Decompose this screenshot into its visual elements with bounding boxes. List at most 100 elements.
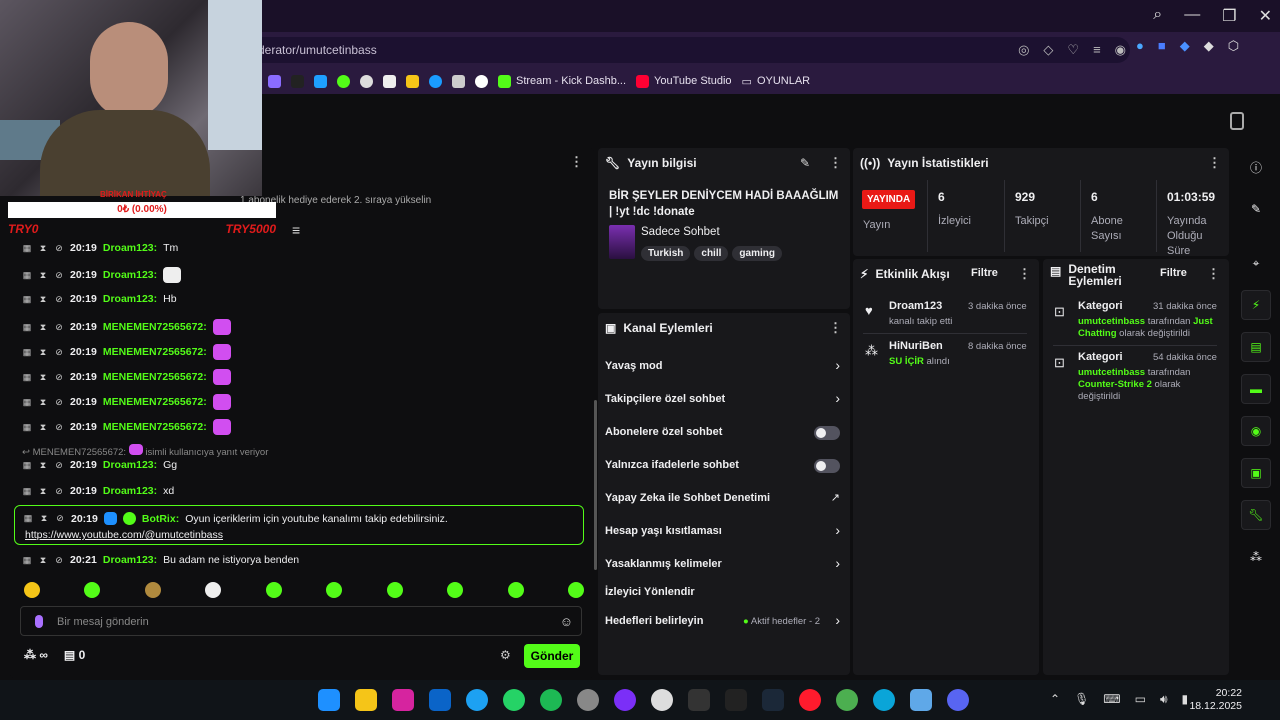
- ban-icon[interactable]: ⊘: [54, 460, 64, 471]
- delete-icon[interactable]: ▦: [22, 294, 32, 305]
- ban-icon[interactable]: ⊘: [54, 422, 64, 433]
- edit-icon[interactable]: ✎: [1241, 194, 1271, 224]
- delete-icon[interactable]: ▦: [22, 243, 32, 254]
- app-icon[interactable]: [577, 689, 599, 711]
- emote-icon[interactable]: [265, 582, 282, 598]
- activity-user[interactable]: HiNuriBen: [889, 340, 943, 352]
- more-icon[interactable]: ⋮: [1207, 266, 1220, 282]
- emote-icon[interactable]: [386, 582, 403, 598]
- category-name[interactable]: Sadece Sohbet: [641, 226, 720, 238]
- extension-icon[interactable]: ◆: [1204, 38, 1214, 54]
- emoji-icon[interactable]: ☺: [560, 614, 573, 630]
- delete-icon[interactable]: ▦: [22, 397, 32, 408]
- bookmark-icon[interactable]: [291, 74, 304, 88]
- bookmark-icon[interactable]: [268, 74, 281, 88]
- timeout-icon[interactable]: ⧗: [38, 322, 48, 333]
- channel-actions-toggle-icon[interactable]: ▣: [1241, 458, 1271, 488]
- emote-icon[interactable]: [507, 582, 524, 598]
- translate-icon[interactable]: ■: [1158, 38, 1166, 54]
- timeout-icon[interactable]: ⧗: [38, 294, 48, 305]
- edge-icon[interactable]: [873, 689, 895, 711]
- chevron-up-icon[interactable]: ⌃: [1050, 692, 1060, 707]
- edit-icon[interactable]: ✎: [800, 156, 810, 170]
- ban-icon[interactable]: ⊘: [54, 322, 64, 333]
- timeout-icon[interactable]: ⧗: [38, 460, 48, 471]
- delete-icon[interactable]: ▦: [22, 422, 32, 433]
- extension-icon[interactable]: ●: [1136, 38, 1144, 54]
- extension-icon[interactable]: ◆: [1180, 38, 1190, 54]
- bookmark-icon[interactable]: [383, 74, 396, 88]
- chat-settings-icon[interactable]: ⚙: [500, 648, 511, 662]
- mic-icon[interactable]: [35, 615, 43, 628]
- tag[interactable]: Turkish: [641, 246, 691, 261]
- timeout-icon[interactable]: ⧗: [38, 243, 48, 254]
- amazon-games-icon[interactable]: [688, 689, 710, 711]
- bookmark-kick[interactable]: Stream - Kick Dashb...: [498, 74, 626, 88]
- delete-icon[interactable]: ▦: [22, 372, 32, 383]
- more-icon[interactable]: ⋮: [829, 320, 842, 336]
- opera-icon[interactable]: [799, 689, 821, 711]
- filter-button[interactable]: Filtre: [971, 267, 998, 279]
- chat-scrollbar[interactable]: [594, 400, 597, 570]
- address-bar[interactable]: derator/umutcetinbass ◎ ◇ ♡ ≡ ◉: [250, 37, 1130, 63]
- ban-icon[interactable]: ⊘: [54, 294, 64, 305]
- emote-icon[interactable]: [567, 582, 584, 598]
- battery-icon[interactable]: ▮: [1182, 692, 1189, 707]
- minimize-button[interactable]: —: [1184, 6, 1200, 26]
- emote-icon[interactable]: [205, 582, 222, 598]
- youtube-link[interactable]: https://www.youtube.com/@umutcetinbass: [25, 529, 223, 541]
- epic-games-icon[interactable]: [725, 689, 747, 711]
- chrome-icon[interactable]: [836, 689, 858, 711]
- timeout-icon[interactable]: ⧗: [38, 397, 48, 408]
- clock[interactable]: 20:22 18.12.2025: [1189, 687, 1242, 713]
- emotes-only-toggle[interactable]: [814, 459, 840, 473]
- chat-input[interactable]: Bir mesaj gönderin ☺: [20, 606, 582, 636]
- camera-icon[interactable]: ◎: [1018, 42, 1029, 58]
- file-explorer-icon[interactable]: [355, 689, 377, 711]
- timeout-icon[interactable]: ⧗: [38, 555, 48, 566]
- bookmark-youtube[interactable]: YouTube Studio: [636, 74, 732, 88]
- delete-icon[interactable]: ▦: [23, 513, 33, 524]
- activity-user[interactable]: Droam123: [889, 300, 942, 312]
- focus-icon[interactable]: ⌖: [1241, 248, 1271, 278]
- ban-icon[interactable]: ⊘: [54, 372, 64, 383]
- app-icon[interactable]: [910, 689, 932, 711]
- emote-icon[interactable]: [24, 582, 40, 598]
- delete-icon[interactable]: ▦: [22, 486, 32, 497]
- search-icon[interactable]: ⌕: [1153, 6, 1162, 26]
- bookmark-icon[interactable]: [429, 74, 442, 88]
- tag[interactable]: gaming: [732, 246, 782, 261]
- filter-icon[interactable]: ≡: [292, 222, 300, 238]
- profile-icon[interactable]: ◉: [1115, 42, 1126, 58]
- restore-button[interactable]: ❐: [1222, 6, 1236, 26]
- filter-button[interactable]: Filtre: [1160, 267, 1187, 279]
- timeout-icon[interactable]: ⧗: [38, 347, 48, 358]
- timeout-icon[interactable]: ⧗: [39, 513, 49, 524]
- spotify-icon[interactable]: [540, 689, 562, 711]
- category-thumbnail[interactable]: [609, 225, 635, 259]
- timeout-icon[interactable]: ⧗: [38, 422, 48, 433]
- delete-icon[interactable]: ▦: [22, 347, 32, 358]
- stats-toggle-icon[interactable]: ◉: [1241, 416, 1271, 446]
- tag[interactable]: chill: [694, 246, 729, 261]
- keyboard-icon[interactable]: ⌨: [1103, 692, 1120, 707]
- send-button[interactable]: Gönder: [524, 644, 580, 668]
- chat-toggle-icon[interactable]: ▬: [1241, 374, 1271, 404]
- bookmark-icon[interactable]: [475, 74, 488, 88]
- ban-icon[interactable]: ⊘: [54, 347, 64, 358]
- ban-icon[interactable]: ⊘: [54, 270, 64, 281]
- ban-icon[interactable]: ⊘: [54, 486, 64, 497]
- kick-logo-icon[interactable]: [1230, 112, 1244, 130]
- timeout-icon[interactable]: ⧗: [38, 270, 48, 281]
- delete-icon[interactable]: ▦: [22, 270, 32, 281]
- whatsapp-icon[interactable]: [503, 689, 525, 711]
- bookmark-icon[interactable]: [314, 74, 327, 88]
- emote-icon[interactable]: [84, 582, 101, 598]
- emote-icon[interactable]: [326, 582, 343, 598]
- discord-icon[interactable]: [947, 689, 969, 711]
- emote-icon[interactable]: [144, 582, 161, 598]
- app-icon[interactable]: [651, 689, 673, 711]
- twitter-icon[interactable]: [466, 689, 488, 711]
- steam-icon[interactable]: [762, 689, 784, 711]
- mic-icon[interactable]: 🎙︎: [1074, 692, 1089, 707]
